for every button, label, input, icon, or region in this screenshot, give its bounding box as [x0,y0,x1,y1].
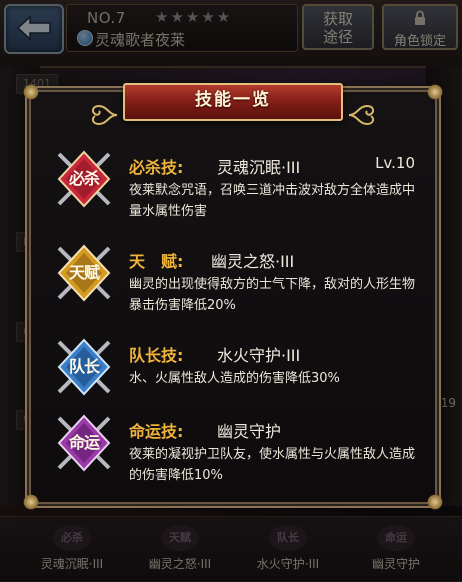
emblem-label-ultimate: 必杀 [68,169,100,188]
skill-emblem-leader: 队长 [53,336,115,398]
emblem-label-fate: 命运 [68,433,100,452]
skill-emblem-talent: 天赋 [53,242,115,304]
title-plate: 技能一览 [123,83,343,121]
skill-type-ultimate: 必杀技: [129,158,184,177]
corner-ornament-icon [22,83,40,101]
skill-desc-ultimate: 夜莱默念咒语，召唤三道冲击波对敌方全体造成中量水属性伤害 [129,183,416,219]
skill-emblem-fate: 命运 [53,412,115,474]
skill-desc-talent: 幽灵的出现使得敌方的士气下降，敌对的人形生物暴击伤害降低20% [129,277,416,313]
skill-row-fate[interactable]: 命运 命运技: 幽灵守护 夜莱的凝视护卫队友，使水属性与火属性敌人造成的伤害降低… [45,412,421,496]
emblem-label-leader: 队长 [68,357,100,376]
corner-ornament-icon [426,493,444,511]
skill-name-ultimate: 灵魂沉眠·III [217,158,301,177]
modal-title: 技能一览 [195,90,271,110]
emblem-label-talent: 天赋 [68,263,100,282]
skill-type-fate: 命运技: [129,422,184,441]
corner-ornament-icon [426,83,444,101]
corner-ornament-icon [22,493,40,511]
skill-name-leader: 水火守护·III [217,346,301,365]
skill-emblem-ultimate: 必杀 [53,148,115,210]
skill-name-fate: 幽灵守护 [217,422,282,441]
skill-desc-fate: 夜莱的凝视护卫队友，使水属性与火属性敌人造成的伤害降低10% [129,447,416,483]
skill-level: Lv.10 [375,154,415,172]
skill-row-leader[interactable]: 队长 队长技: 水火守护·III 水、火属性敌人造成的伤害降低30% [45,336,421,402]
skill-row-ultimate[interactable]: 必杀 必杀技: 灵魂沉眠·III Lv.10 夜莱默念咒语，召唤三道冲击波对敌方… [45,148,421,232]
flourish-left-icon [91,104,118,126]
skill-type-talent: 天 赋: [129,252,184,271]
skill-row-talent[interactable]: 天赋 天 赋: 幽灵之怒·III 幽灵的出现使得敌方的士气下降，敌对的人形生物暴… [45,242,421,326]
skill-desc-leader: 水、火属性敌人造成的伤害降低30% [129,371,340,386]
skill-type-leader: 队长技: [129,346,184,365]
skill-name-talent: 幽灵之怒·III [211,252,295,271]
skill-list-modal: 技能一览 必杀 必杀技: 灵魂沉眠·III Lv.10 夜莱默念咒语，召唤三道冲… [22,83,444,511]
flourish-right-icon [348,104,375,126]
